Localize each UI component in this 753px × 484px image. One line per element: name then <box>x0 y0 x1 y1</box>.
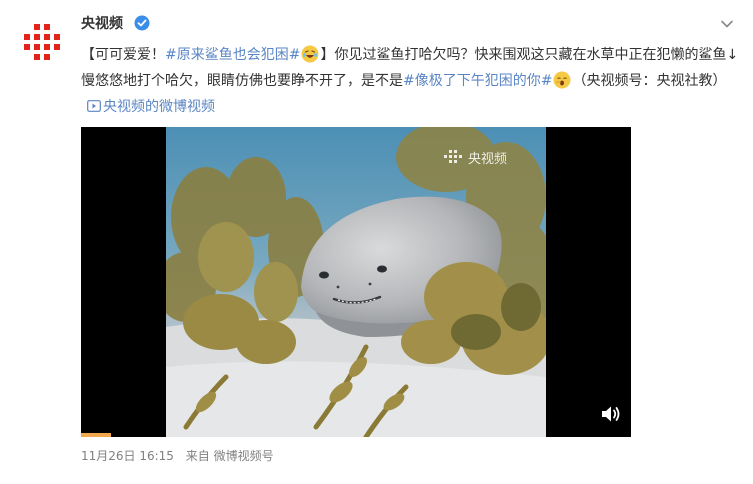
post-source[interactable]: 来自 微博视频号 <box>186 449 274 463</box>
yawning-emoji-icon <box>553 71 571 89</box>
video-frame-shark <box>166 127 546 437</box>
video-watermark: 央视频 <box>442 148 507 167</box>
post-text-part3: （央视频号：央视社教） <box>572 73 727 89</box>
topic-link-shark-sleepy[interactable]: #原来鲨鱼也会犯困# <box>165 47 300 63</box>
chevron-down-icon[interactable] <box>719 16 735 32</box>
volume-icon[interactable] <box>600 404 622 424</box>
video-progress-bar[interactable] <box>81 433 631 437</box>
post-timestamp[interactable]: 11月26日 16:15 <box>81 449 174 463</box>
cctv-video-logo-avatar[interactable] <box>22 22 62 62</box>
author-name[interactable]: 央视频 <box>81 13 123 35</box>
weibo-post-card: 央视频 【可可爱爱！#原来鲨鱼也会犯困# 】你见过鲨鱼打哈欠吗？快来围观这只藏在… <box>0 0 753 484</box>
watermark-text: 央视频 <box>468 152 508 167</box>
laughing-tears-emoji-icon <box>301 45 319 63</box>
video-progress-fill <box>81 433 111 437</box>
post-meta: 11月26日 16:15 来自 微博视频号 <box>81 447 282 465</box>
cctv-watermark-logo-icon <box>444 149 462 163</box>
video-link-icon <box>87 100 101 112</box>
verified-badge-icon <box>134 15 150 31</box>
video-player[interactable]: 央视频 <box>81 127 631 437</box>
post-text: 【可可爱爱！#原来鲨鱼也会犯困# 】你见过鲨鱼打哈欠吗？快来围观这只藏在水草中正… <box>81 42 741 120</box>
video-link[interactable]: 央视频的微博视频 <box>103 99 215 115</box>
post-text-part1: 【可可爱爱！ <box>81 47 165 63</box>
topic-link-sleepy-afternoon[interactable]: #像极了下午犯困的你# <box>403 73 552 89</box>
